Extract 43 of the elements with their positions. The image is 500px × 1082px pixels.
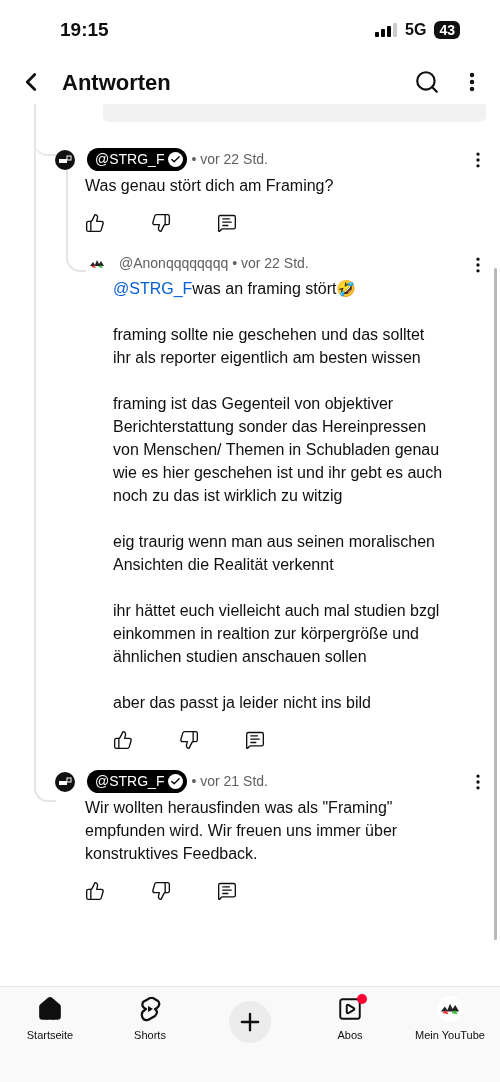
- dislike-icon[interactable]: [179, 730, 199, 750]
- search-icon[interactable]: [414, 69, 440, 95]
- nav-tab[interactable]: Startseite: [26, 993, 74, 1044]
- reply-icon[interactable]: [245, 730, 265, 750]
- like-icon[interactable]: [85, 213, 105, 233]
- nav-tab[interactable]: Mein YouTube: [415, 993, 485, 1044]
- battery-indicator: 43: [434, 21, 460, 39]
- comment-time: • vor 22 Std.: [191, 150, 268, 169]
- mention-link[interactable]: @STRG_F: [113, 280, 193, 297]
- comment-text: framing ist das Gegenteil von objektiver Berichterstattung sonder das Hereinpressen von Menschen/ Themen in Schubladen genau wie es hier geschehen ist und ihr gebt es auch noch zu das ist wirklich zu witzig: [113, 394, 443, 506]
- nav-tab[interactable]: Shorts: [134, 993, 166, 1044]
- like-icon[interactable]: [113, 730, 133, 750]
- comment-text: framing sollte nie geschehen und das solltet ihr als reporter eigentlich am besten wissen: [113, 325, 426, 368]
- author-name[interactable]: @Anonqqqqqqqq: [119, 253, 229, 274]
- status-time: 19:15: [60, 17, 109, 42]
- subscriptions-icon: [337, 996, 363, 1022]
- author-badge[interactable]: @STRG_F: [87, 148, 188, 171]
- reply-icon[interactable]: [217, 213, 237, 233]
- network-label: 5G: [405, 20, 427, 40]
- comment-text: eig traurig wenn man aus seinen moralischen Ansichten die Realität verkennt: [113, 532, 436, 575]
- comment-text: aber das passt ja leider nicht ins bild: [113, 693, 372, 713]
- create-button[interactable]: [229, 1001, 271, 1043]
- dislike-icon[interactable]: [151, 881, 171, 901]
- comment-text: Was genau stört dich am Framing?: [85, 176, 335, 196]
- channel-avatar-icon[interactable]: [55, 149, 75, 170]
- comment-text: @STRG_Fwas an framing stört🤣: [113, 279, 358, 299]
- like-icon[interactable]: [85, 881, 105, 901]
- dislike-icon[interactable]: [151, 213, 171, 233]
- comment-time: • vor 21 Std.: [191, 772, 268, 791]
- shorts-icon: [138, 996, 162, 1022]
- signal-icon: [375, 23, 398, 37]
- home-icon: [37, 996, 63, 1022]
- channel-avatar-icon[interactable]: [55, 771, 75, 792]
- comment-text: ihr hättet euch vielleicht auch mal studien bzgl einkommen in realtion zur körpergröße und ähnlichen studien anschauen sollen: [113, 601, 441, 667]
- verified-icon: [170, 776, 182, 787]
- comment-text: Wir wollten herausfinden was als "Framing" empfunden wird. Wir freuen uns immer über konstruktives Feedback.: [85, 798, 399, 864]
- comment-time: • vor 22 Std.: [232, 254, 309, 273]
- author-badge[interactable]: @STRG_F: [87, 770, 188, 793]
- nav-tab[interactable]: Abos: [337, 993, 363, 1044]
- verified-icon: [170, 154, 182, 165]
- reply-icon[interactable]: [217, 881, 237, 901]
- page-title: Antworten: [62, 68, 171, 97]
- user-avatar-icon[interactable]: [437, 996, 463, 1022]
